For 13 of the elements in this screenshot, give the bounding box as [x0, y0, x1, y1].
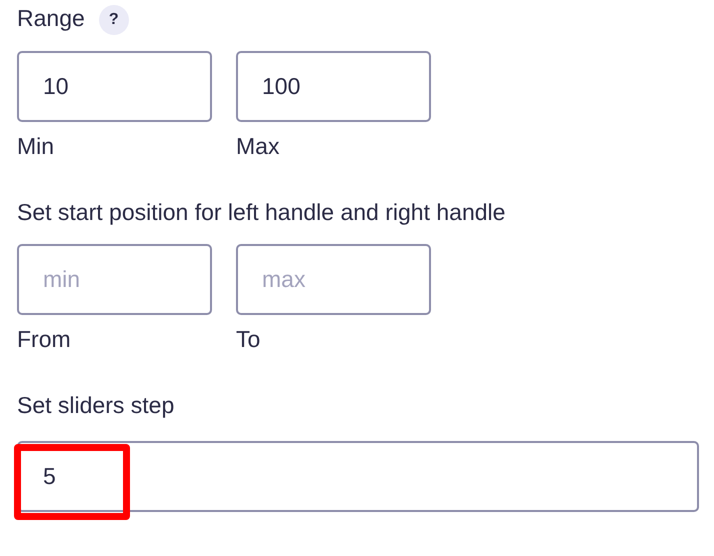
section-title: Set start position for left handle and right handle — [17, 198, 506, 227]
section-title: Range — [17, 5, 85, 31]
field-label: Max — [236, 132, 280, 161]
field-label: From — [17, 324, 72, 354]
input-field[interactable]: 100 — [236, 50, 431, 122]
section-title: Set sliders step — [17, 390, 176, 420]
input-field[interactable]: min — [17, 244, 212, 315]
help-button[interactable]: ? — [98, 4, 129, 35]
input-field[interactable]: 5 — [17, 440, 699, 512]
field-label: To — [236, 324, 262, 354]
field-label: Min — [17, 132, 56, 161]
input-field[interactable]: max — [236, 244, 431, 315]
input-field[interactable]: 10 — [17, 50, 212, 122]
